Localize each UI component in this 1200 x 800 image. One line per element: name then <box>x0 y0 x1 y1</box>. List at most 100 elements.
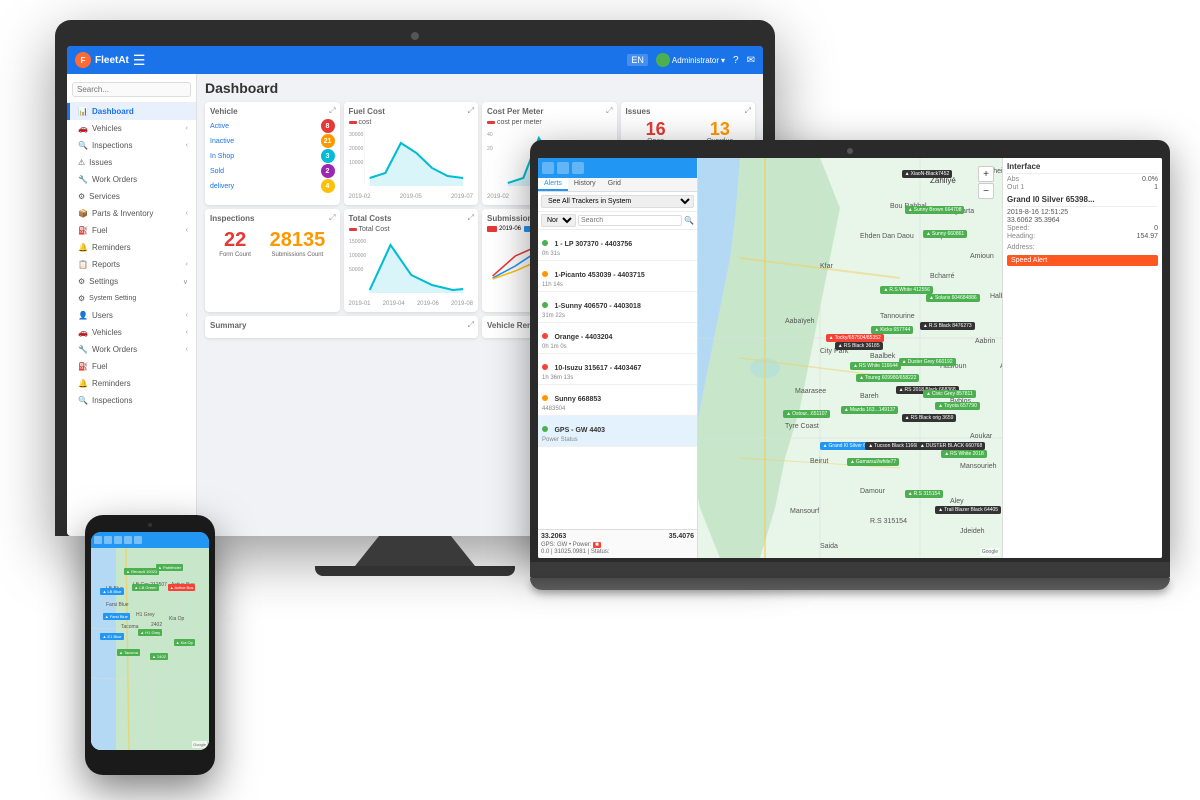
hamburger-icon[interactable]: ☰ <box>133 52 146 69</box>
search-input[interactable] <box>72 82 191 97</box>
svg-text:Farsi Blue: Farsi Blue <box>106 602 129 608</box>
sidebar-item-fuel[interactable]: ⛽ Fuel ‹ <box>67 222 196 239</box>
insp-expand-icon[interactable]: ⤢ <box>329 213 335 223</box>
sidebar-item-inspections[interactable]: 🔍 Inspections ‹ <box>67 137 196 154</box>
map-tab-grid[interactable]: Grid <box>602 178 627 191</box>
phone-tool-4[interactable] <box>124 536 132 544</box>
gps-detail-panel: 33.2063 35.4076 GPS: GW • Power: ■ 0.0 | <box>538 529 697 558</box>
sidebar-item-workorders2[interactable]: 🔧 Work Orders ‹ <box>67 341 196 358</box>
tc-legend-item: Total Cost <box>349 226 390 233</box>
fuel-expand-icon[interactable]: ⤢ <box>468 106 474 116</box>
arrow-icon-4: ‹ <box>186 227 188 234</box>
status-dot-2 <box>542 271 548 277</box>
help-icon[interactable]: ? <box>733 55 739 66</box>
sidebar-item-vehicles[interactable]: 🚗 Vehicles ‹ <box>67 120 196 137</box>
fuel-legend-label: cost <box>359 119 372 126</box>
svg-text:Mansourieh: Mansourieh <box>960 463 997 470</box>
expand-icon[interactable]: ⤢ <box>329 106 335 116</box>
sidebar-label-users: Users <box>92 311 113 320</box>
fuel-legend: cost <box>349 119 474 126</box>
map-vehicle-item-2[interactable]: 1-Picanto 453039 - 4403715 11h 14s <box>538 261 697 292</box>
power-status: ■ <box>593 542 601 548</box>
form-count-label: Form Count <box>219 252 251 258</box>
fuel2-icon: ⛽ <box>78 362 88 371</box>
vehicle-search-input[interactable] <box>581 217 679 224</box>
svg-text:Zgharta: Zgharta <box>950 208 974 215</box>
inspections-icon: 🔍 <box>78 141 88 150</box>
map-tab-alerts[interactable]: Alerts <box>538 178 568 191</box>
tracker-select[interactable]: See All Trackers in System <box>541 195 694 208</box>
svg-text:Saida: Saida <box>820 543 838 550</box>
phone-tool-5[interactable] <box>134 536 142 544</box>
svg-text:Aaqrah: Aaqrah <box>930 233 953 240</box>
cpm-legend-dot <box>487 121 495 124</box>
phone-camera <box>148 523 152 527</box>
map-sidebar: Alerts History Grid See All Trackers in … <box>538 158 698 558</box>
delivery-badge: 4 <box>321 179 335 193</box>
svg-text:Aley: Aley <box>950 498 964 505</box>
phone-tool-2[interactable] <box>104 536 112 544</box>
summary-expand-icon[interactable]: ⤢ <box>468 320 474 330</box>
map-vehicle-item-7[interactable]: GPS - GW 4403 Power Status <box>538 416 697 447</box>
sidebar-item-reports[interactable]: 📋 Reports ‹ <box>67 256 196 273</box>
detail-coords: 33.6062 35.3964 <box>1007 217 1060 224</box>
smartphone: Renault K. Pathfinder LB Blue LB Grn 212… <box>85 515 215 775</box>
filter-select[interactable]: None <box>541 214 576 227</box>
menu-tool-icon[interactable] <box>542 162 554 174</box>
svg-text:Aabaïyeh: Aabaïyeh <box>785 318 815 325</box>
settings-icon: ⚙ <box>78 277 85 286</box>
zoom-in-button[interactable]: + <box>978 166 994 182</box>
page-title: Dashboard <box>205 80 755 96</box>
map-vehicle-item-3[interactable]: 1-Sunny 406570 - 4403018 31m 22s <box>538 292 697 323</box>
sidebar-item-services[interactable]: ⚙ Services <box>67 188 196 205</box>
overdue-count: 13 <box>690 120 750 138</box>
submissions-count: 28135 <box>270 229 326 252</box>
address-section: Address: <box>1007 244 1158 251</box>
sidebar-item-vehicles2[interactable]: 🚗 Vehicles ‹ <box>67 324 196 341</box>
sidebar-item-fuel2[interactable]: ⛽ Fuel <box>67 358 196 375</box>
phone-tool-3[interactable] <box>114 536 122 544</box>
svg-text:Arqoub: Arqoub <box>1000 363 1002 370</box>
map-area: Zahliyé El Cheif Jazieh Zgharta Aaqrah B… <box>698 158 1002 558</box>
sidebar-item-parts[interactable]: 📦 Parts & Inventory ‹ <box>67 205 196 222</box>
svg-text:Tacoma: Tacoma <box>121 624 139 630</box>
zoom-out-button[interactable]: − <box>978 183 994 199</box>
inshop-label: In Shop <box>210 153 234 160</box>
abs-row: Abs 0.0% <box>1007 176 1158 183</box>
mail-icon[interactable]: ✉ <box>747 55 755 66</box>
tc-expand-icon[interactable]: ⤢ <box>468 213 474 223</box>
cpm-expand-icon[interactable]: ⤢ <box>606 106 612 116</box>
sidebar-label-dashboard: Dashboard <box>92 107 134 116</box>
heading-val: 154.97 <box>1137 233 1158 240</box>
vehicles2-icon: 🚗 <box>78 328 88 337</box>
issues-expand-icon[interactable]: ⤢ <box>745 106 751 116</box>
workorders-icon: 🔧 <box>78 175 88 184</box>
sidebar-item-syssetting[interactable]: ⚙ System Setting <box>67 290 196 307</box>
tc-x1: 2019-01 <box>349 301 371 307</box>
search-icon[interactable]: 🔍 <box>684 216 694 225</box>
cpm-legend-item: cost per meter <box>487 119 542 126</box>
sidebar-label-inspections: Inspections <box>92 141 132 150</box>
map-tab-history[interactable]: History <box>568 178 602 191</box>
settings-tool-icon[interactable] <box>572 162 584 174</box>
user-menu[interactable]: Administrator ▾ <box>656 53 725 67</box>
sidebar-item-dashboard[interactable]: 📊 Dashboard <box>67 103 196 120</box>
sidebar-item-users[interactable]: 👤 Users ‹ <box>67 307 196 324</box>
map-vehicle-item[interactable]: 1 - LP 307370 - 4403756 0h 31s <box>538 230 697 261</box>
map-vehicle-item-6[interactable]: Sunny 668853 4483504 <box>538 385 697 416</box>
sidebar-item-inspections2[interactable]: 🔍 Inspections <box>67 392 196 409</box>
language-selector[interactable]: EN <box>627 54 648 66</box>
services-icon: ⚙ <box>78 192 85 201</box>
sidebar-item-reminders2[interactable]: 🔔 Reminders <box>67 375 196 392</box>
map-vehicle-item-4[interactable]: Orange - 4403204 0h 1m 0s <box>538 323 697 354</box>
sidebar-item-settings[interactable]: ⚙ Settings ∨ <box>67 273 196 290</box>
sidebar-item-reminders[interactable]: 🔔 Reminders <box>67 239 196 256</box>
map-vehicle-item-5[interactable]: 10-Isuzu 315617 - 4403467 1h 36m 13s <box>538 354 697 385</box>
sidebar-item-workorders[interactable]: 🔧 Work Orders <box>67 171 196 188</box>
svg-text:Renault K.: Renault K. <box>131 569 154 575</box>
vehicle-name-6: Sunny 668853 <box>554 396 601 403</box>
filter-tool-icon[interactable] <box>557 162 569 174</box>
phone-tool-1[interactable] <box>94 536 102 544</box>
sidebar-item-issues[interactable]: ⚠ Issues <box>67 154 196 171</box>
vehicle-detail-name: Grand I0 Silver 65398... <box>1007 195 1158 207</box>
